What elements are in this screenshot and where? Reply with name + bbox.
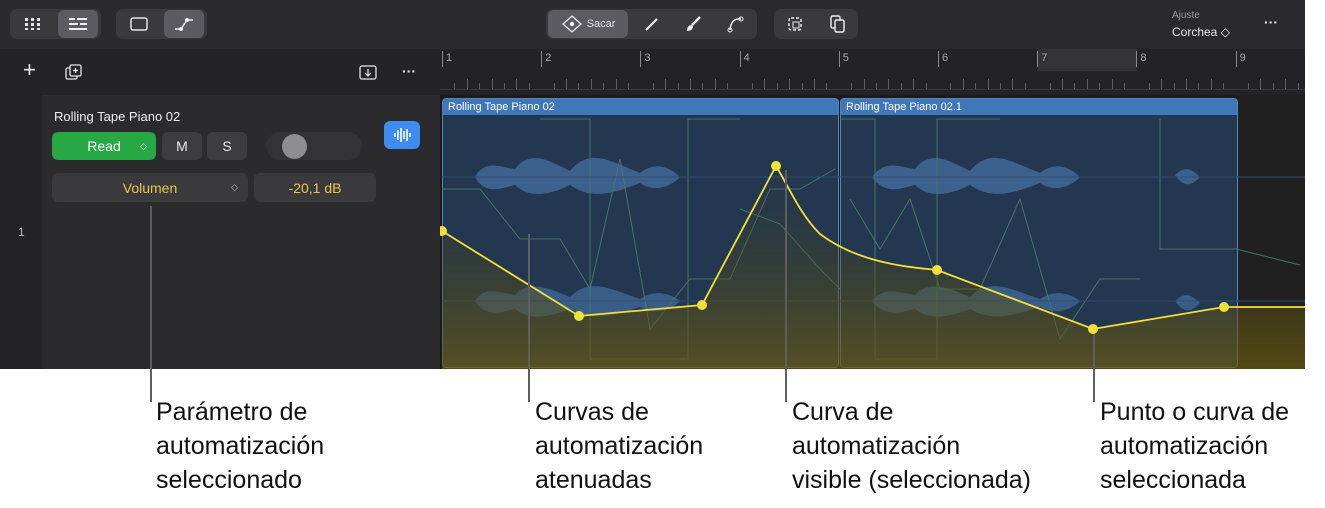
volume-slider[interactable] <box>266 132 362 160</box>
grid-view-button[interactable] <box>14 10 52 38</box>
tracks-icon <box>69 18 87 30</box>
automation-overlay[interactable] <box>440 49 1305 369</box>
dashed-select-icon <box>788 17 802 31</box>
select-region-button[interactable] <box>776 10 814 38</box>
main-toolbar: Sacar Ajuste Corchea ◇ ··· <box>0 0 1305 50</box>
automation-point <box>771 161 781 171</box>
grid-icon <box>25 18 40 30</box>
callout-leader-point <box>1093 334 1095 402</box>
automation-fill <box>442 166 1305 369</box>
duplicate-track-icon[interactable] <box>64 63 84 83</box>
add-track-button[interactable]: + <box>23 58 36 82</box>
chevron-updown-icon: ◇ <box>231 182 238 192</box>
window-icon <box>130 17 148 31</box>
brush-icon <box>687 16 701 31</box>
callout-leader-visible <box>785 170 787 402</box>
automation-icon <box>175 18 193 31</box>
pencil-icon <box>645 18 658 31</box>
callout-leader-param <box>150 206 152 402</box>
automation-button[interactable] <box>164 10 204 38</box>
panel-more-button[interactable]: ··· <box>402 63 416 79</box>
curve-icon <box>727 16 744 33</box>
track-name[interactable]: Rolling Tape Piano 02 <box>54 109 180 124</box>
automation-mode-label: Read <box>87 138 121 154</box>
track-header[interactable]: 1 Rolling Tape Piano 02 Read ◇ M S Volum… <box>0 95 440 369</box>
import-icon[interactable] <box>358 63 378 81</box>
callout-param: Parámetro de automatización seleccionado <box>156 398 325 494</box>
copy-icon <box>830 15 845 33</box>
callout-visible: Curva de automatización visible (selecci… <box>792 398 1032 494</box>
track-list-header: + ··· <box>0 49 440 95</box>
volume-knob[interactable] <box>282 134 307 159</box>
track-number-column: 1 <box>0 95 42 369</box>
solo-button[interactable]: S <box>207 132 247 160</box>
pencil-tool-button[interactable] <box>632 10 670 38</box>
waveform-icon <box>394 128 411 142</box>
callout-leader-dimmed <box>528 234 530 402</box>
track-number: 1 <box>18 225 25 239</box>
automation-value-field[interactable]: -20,1 dB <box>254 173 376 202</box>
automation-point <box>1088 324 1098 334</box>
curve-tool-button[interactable] <box>716 10 754 38</box>
pointer-icon <box>561 15 582 33</box>
callout-point: Punto o curva de automatización seleccio… <box>1100 398 1290 494</box>
automation-point <box>932 265 942 275</box>
mute-button[interactable]: M <box>162 132 202 160</box>
callout-dimmed: Curvas de automatización atenuadas <box>535 398 704 494</box>
copy-button[interactable] <box>818 10 856 38</box>
track-header-panel: + ··· 1 Rolling Tape Piano 02 Read ◇ M S… <box>0 49 440 369</box>
pointer-tool-label: Sacar <box>586 18 616 30</box>
automation-point <box>574 311 584 321</box>
waveform-button[interactable] <box>384 121 420 149</box>
chevron-updown-icon: ◇ <box>140 140 147 151</box>
automation-mode-button[interactable]: Read ◇ <box>52 132 156 160</box>
automation-point <box>697 300 707 310</box>
automation-parameter-label: Volumen <box>122 179 178 196</box>
pointer-tool-button[interactable]: Sacar <box>548 10 628 38</box>
snap-label: Ajuste <box>1172 10 1200 21</box>
automation-parameter-menu[interactable]: Volumen ◇ <box>52 173 248 202</box>
brush-tool-button[interactable] <box>674 10 712 38</box>
editor-button[interactable] <box>120 10 158 38</box>
toolbar-more-button[interactable]: ··· <box>1264 14 1278 30</box>
snap-value[interactable]: Corchea ◇ <box>1172 25 1230 39</box>
automation-point <box>1219 302 1229 312</box>
waveform-upper <box>475 157 1200 195</box>
tracks-view-button[interactable] <box>58 10 98 38</box>
logic-window: Sacar Ajuste Corchea ◇ ··· + ··· 1 Rolli… <box>0 0 1305 369</box>
arrange-area[interactable]: 123456789 Rolling Tape Piano 02 Rolling … <box>440 49 1305 369</box>
